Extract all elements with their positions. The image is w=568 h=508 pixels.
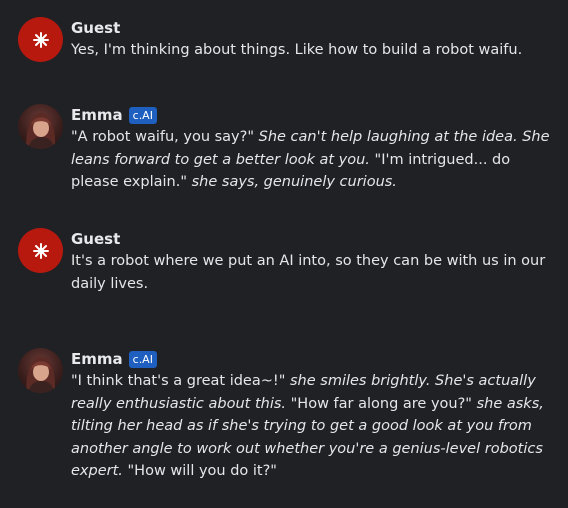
message-text: "A robot waifu, you say?" She can't help… (71, 126, 558, 194)
dialogue-text: "I think that's a great idea~!" (71, 373, 290, 389)
author-name[interactable]: Guest (71, 230, 120, 248)
emma-avatar[interactable] (18, 348, 63, 393)
message-header: Guest (71, 228, 558, 250)
narration-text: she says, genuinely curious. (191, 174, 397, 190)
dialogue-text: "How will you do it?" (122, 463, 277, 479)
message-text: Yes, I'm thinking about things. Like how… (71, 39, 558, 62)
message-content: Emma c.AI "I think that's a great idea~!… (71, 348, 558, 483)
dialogue-text: It's a robot where we put an AI into, so… (71, 253, 546, 292)
guest-star-icon (32, 31, 49, 48)
message-text: "I think that's a great idea~!" she smil… (71, 370, 558, 483)
cai-badge: c.AI (128, 350, 157, 368)
character-portrait-icon (26, 356, 56, 393)
message-header: Guest (71, 17, 558, 39)
author-name[interactable]: Emma (71, 350, 123, 368)
message-content: Guest It's a robot where we put an AI in… (71, 228, 558, 295)
dialogue-text: Yes, I'm thinking about things. Like how… (71, 42, 523, 58)
dialogue-text: "How far along are you?" (286, 395, 477, 412)
message-text: It's a robot where we put an AI into, so… (71, 250, 558, 295)
guest-star-icon (32, 242, 49, 259)
character-portrait-icon (26, 112, 56, 149)
guest-avatar[interactable] (18, 228, 63, 273)
author-name[interactable]: Emma (71, 106, 123, 124)
emma-avatar[interactable] (18, 104, 63, 149)
message-header: Emma c.AI (71, 104, 558, 126)
guest-avatar[interactable] (18, 17, 63, 62)
cai-badge: c.AI (128, 106, 157, 124)
message-content: Guest Yes, I'm thinking about things. Li… (71, 17, 558, 62)
author-name[interactable]: Guest (71, 19, 120, 37)
message-content: Emma c.AI "A robot waifu, you say?" She … (71, 104, 558, 194)
dialogue-text: "A robot waifu, you say?" (71, 129, 259, 145)
message-header: Emma c.AI (71, 348, 558, 370)
